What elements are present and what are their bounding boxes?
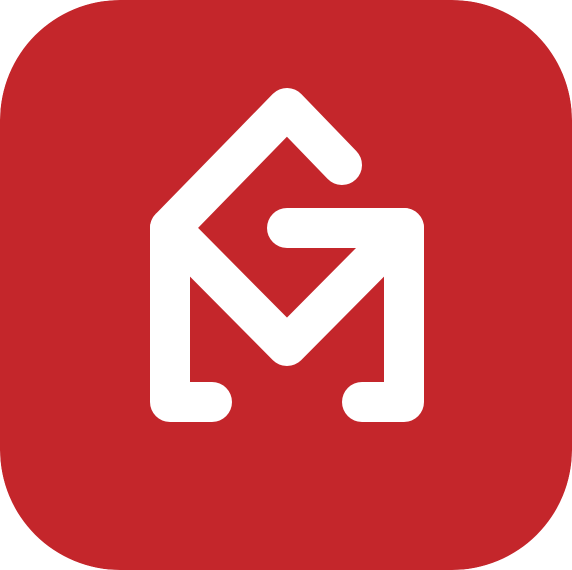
gm-house-logo-icon [0,0,572,570]
icon-background [0,0,572,570]
app-icon[interactable] [0,0,572,570]
